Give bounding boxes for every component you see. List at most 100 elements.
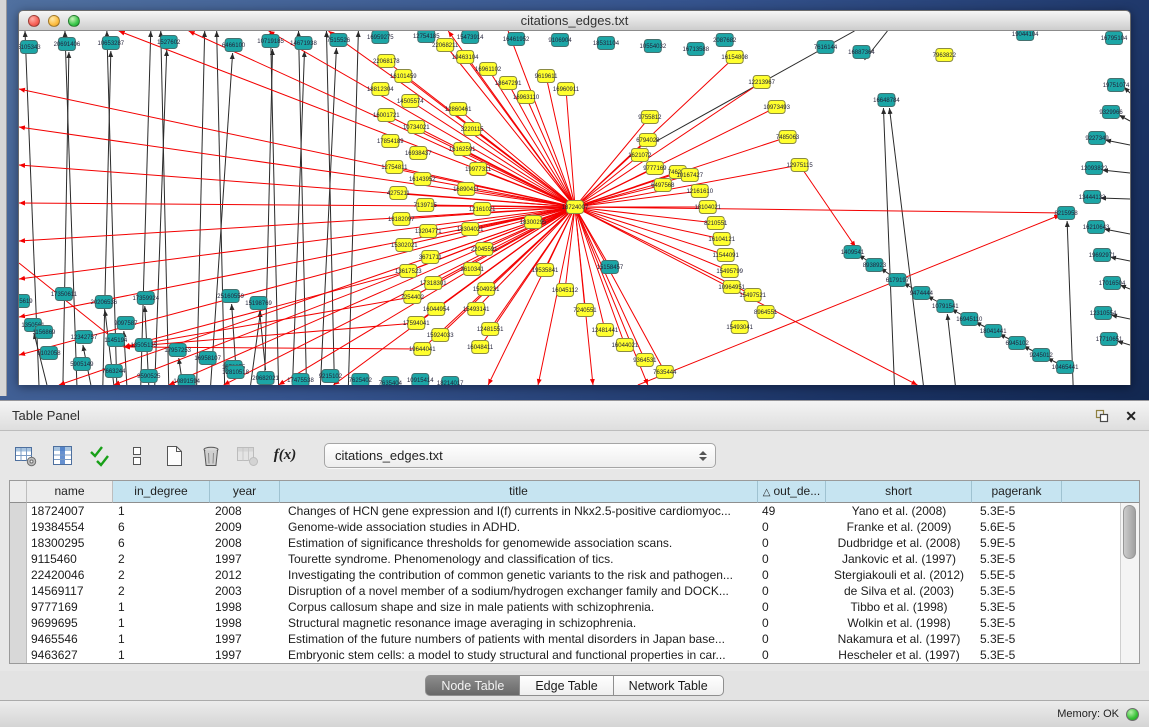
table-cell[interactable]: Tibbo et al. (1998) xyxy=(826,599,972,615)
graph-edge[interactable] xyxy=(575,107,777,207)
table-source-select[interactable]: citations_edges.txt xyxy=(324,443,716,468)
table-cell[interactable]: 9463627 xyxy=(27,647,113,663)
delete-table-icon[interactable] xyxy=(234,442,262,470)
graph-edge[interactable] xyxy=(462,149,575,207)
table-cell[interactable]: 5.3E-5 xyxy=(972,615,1062,631)
table-cell[interactable]: Tourette syndrome. Phenomenology and cla… xyxy=(280,551,758,567)
table-row[interactable]: 946362711997Embryonic stem cells: a mode… xyxy=(10,647,1139,663)
table-row[interactable]: 1830029562008Estimation of significance … xyxy=(10,535,1139,551)
graph-edge[interactable] xyxy=(575,191,700,207)
graph-edge[interactable] xyxy=(575,207,730,271)
table-cell[interactable]: 1 xyxy=(113,599,210,615)
network-svg[interactable]: 5105343206914061065328715276026466100107… xyxy=(19,31,1130,385)
table-cell[interactable]: 1 xyxy=(113,631,210,647)
column-chooser-icon[interactable] xyxy=(49,442,77,470)
table-cell[interactable]: Investigating the contribution of common… xyxy=(280,567,758,583)
graph-edge[interactable] xyxy=(348,31,358,385)
table-cell[interactable]: 5.6E-5 xyxy=(972,519,1062,535)
table-cell[interactable]: 1 xyxy=(113,615,210,631)
graph-edge[interactable] xyxy=(575,207,645,360)
table-cell[interactable]: 19384554 xyxy=(27,519,113,535)
table-cell[interactable]: 5.9E-5 xyxy=(972,535,1062,551)
table-row[interactable]: 969969511998Structural magnetic resonanc… xyxy=(10,615,1139,631)
table-row[interactable]: 946554611997Estimation of the future num… xyxy=(10,631,1139,647)
graph-edge[interactable] xyxy=(410,101,575,207)
table-cell[interactable]: Genome-wide association studies in ADHD. xyxy=(280,519,758,535)
table-cell[interactable]: 22420046 xyxy=(27,567,113,583)
table-cell[interactable]: 6 xyxy=(113,519,210,535)
table-cell[interactable]: 9115460 xyxy=(27,551,113,567)
table-cell[interactable]: 0 xyxy=(758,567,826,583)
tab-edge-table[interactable]: Edge Table xyxy=(520,675,613,696)
new-document-icon[interactable] xyxy=(160,442,188,470)
table-row[interactable]: 1872400712008Changes of HCN gene express… xyxy=(10,503,1139,519)
table-cell[interactable]: Changes of HCN gene expression and I(f) … xyxy=(280,503,758,519)
table-cell[interactable]: 5.3E-5 xyxy=(972,503,1062,519)
table-cell[interactable]: 2 xyxy=(113,551,210,567)
table-cell[interactable]: 1 xyxy=(113,503,210,519)
graph-edge[interactable] xyxy=(260,311,266,370)
deselect-icon[interactable] xyxy=(123,442,151,470)
memory-status-indicator[interactable] xyxy=(1126,708,1139,721)
table-cell[interactable]: 5.3E-5 xyxy=(972,583,1062,599)
table-cell[interactable]: 2009 xyxy=(210,519,280,535)
graph-edge[interactable] xyxy=(947,314,955,385)
graph-edge[interactable] xyxy=(575,207,1066,213)
column-header-year[interactable]: year xyxy=(210,481,280,503)
table-cell[interactable]: Jankovic et al. (1997) xyxy=(826,551,972,567)
table-cell[interactable]: 0 xyxy=(758,551,826,567)
table-cell[interactable]: 2008 xyxy=(210,535,280,551)
table-row[interactable]: 2242004622012Investigating the contribut… xyxy=(10,567,1139,583)
graph-edge[interactable] xyxy=(232,304,236,364)
table-cell[interactable]: 2008 xyxy=(210,503,280,519)
table-cell[interactable]: 18300295 xyxy=(27,535,113,551)
table-cell[interactable]: 5.5E-5 xyxy=(972,567,1062,583)
table-cell[interactable]: 2003 xyxy=(210,583,280,599)
table-cell[interactable]: 5.3E-5 xyxy=(972,647,1062,663)
close-panel-icon[interactable]: ✕ xyxy=(1125,409,1137,423)
table-cell[interactable]: 14569117 xyxy=(27,583,113,599)
table-row[interactable]: 911546021997Tourette syndrome. Phenomeno… xyxy=(10,551,1139,567)
table-cell[interactable]: 0 xyxy=(758,535,826,551)
scrollbar-thumb[interactable] xyxy=(1123,505,1136,559)
table-row[interactable]: 1456911722003Disruption of a novel membe… xyxy=(10,583,1139,599)
table-cell[interactable]: 49 xyxy=(758,503,826,519)
table-cell[interactable]: 1998 xyxy=(210,615,280,631)
table-cell[interactable]: 0 xyxy=(758,615,826,631)
table-row[interactable]: 1938455462009Genome-wide association stu… xyxy=(10,519,1139,535)
table-cell[interactable]: 9465546 xyxy=(27,631,113,647)
table-cell[interactable]: Dudbridge et al. (2008) xyxy=(826,535,972,551)
graph-edge[interactable] xyxy=(197,31,205,385)
tab-network-table[interactable]: Network Table xyxy=(614,675,724,696)
table-cell[interactable]: 1997 xyxy=(210,551,280,567)
delete-icon[interactable] xyxy=(197,442,225,470)
tab-node-table[interactable]: Node Table xyxy=(425,675,520,696)
vertical-scrollbar[interactable] xyxy=(1120,503,1139,663)
function-builder-icon[interactable]: f(x) xyxy=(271,442,299,470)
table-cell[interactable]: 9699695 xyxy=(27,615,113,631)
table-cell[interactable]: 0 xyxy=(758,631,826,647)
table-cell[interactable]: Disruption of a novel member of a sodium… xyxy=(280,583,758,599)
graph-edge[interactable] xyxy=(63,52,69,385)
graph-edge[interactable] xyxy=(19,127,575,207)
table-cell[interactable]: 18724007 xyxy=(27,503,113,519)
table-cell[interactable]: 0 xyxy=(758,647,826,663)
table-cell[interactable]: 1 xyxy=(113,647,210,663)
graph-edge[interactable] xyxy=(211,53,233,385)
network-canvas[interactable]: 5105343206914061065328715276026466100107… xyxy=(19,31,1130,385)
graph-edge[interactable] xyxy=(1105,140,1130,145)
graph-edge[interactable] xyxy=(800,165,856,247)
column-header-title[interactable]: title xyxy=(280,481,758,503)
column-header-in_degree[interactable]: in_degree xyxy=(113,481,210,503)
table-cell[interactable]: Franke et al. (2009) xyxy=(826,519,972,535)
network-window-titlebar[interactable]: citations_edges.txt xyxy=(19,11,1130,31)
graph-edge[interactable] xyxy=(217,31,225,385)
table-cell[interactable]: 0 xyxy=(758,519,826,535)
float-panel-icon[interactable] xyxy=(1095,409,1109,423)
column-header-out_de[interactable]: △out_de... xyxy=(758,481,826,503)
table-cell[interactable]: Nakamura et al. (1997) xyxy=(826,631,972,647)
table-cell[interactable]: 1997 xyxy=(210,647,280,663)
table-cell[interactable]: Structural magnetic resonance image aver… xyxy=(280,615,758,631)
table-cell[interactable]: 2 xyxy=(113,567,210,583)
table-cell[interactable]: Yano et al. (2008) xyxy=(826,503,972,519)
